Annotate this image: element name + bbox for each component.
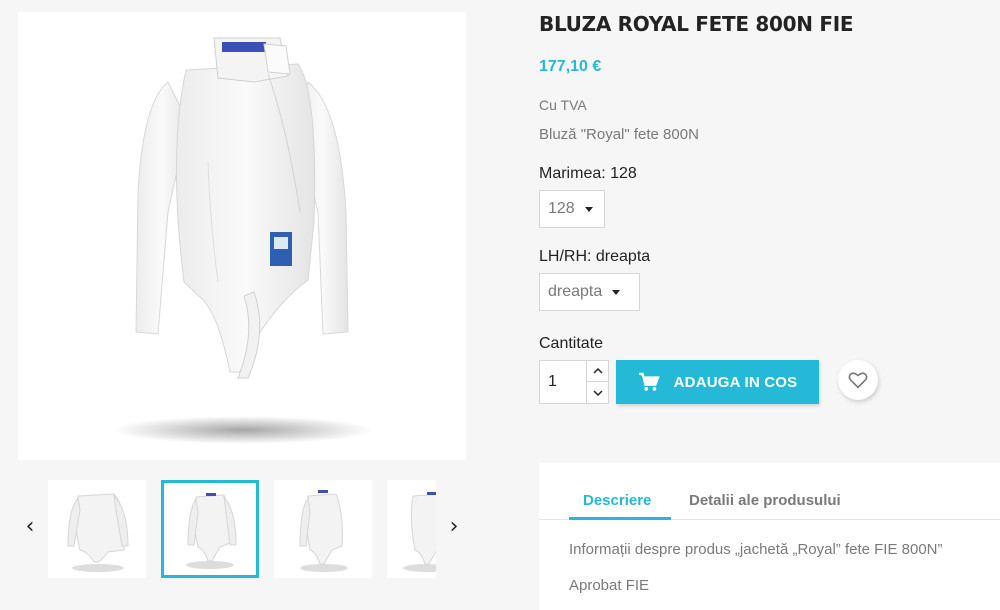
jacket-thumb-image [186,493,237,569]
chevron-right-icon[interactable]: › [442,514,466,539]
add-to-cart-button[interactable]: ADAUGA IN COS [616,360,819,404]
tab-description[interactable]: Descriere [583,492,651,509]
product-price: 177,10 € [539,58,602,75]
size-label: Marimea: 128 [539,165,637,182]
quantity-input[interactable] [540,361,586,403]
caret-down-icon [612,289,621,295]
caret-down-icon [584,206,593,212]
size-select[interactable]: 128 [539,190,605,228]
thumbnail-gallery: ‹ › [0,470,480,590]
tab-product-details[interactable]: Detalii ale produsului [689,492,841,509]
quantity-stepper [539,360,609,404]
chevron-left-icon[interactable]: ‹ [18,514,42,539]
thumbnail-3[interactable] [274,480,372,578]
thumbnail-strip [46,478,436,580]
thumbnail-1[interactable] [48,480,146,578]
heart-icon [848,372,868,389]
jacket-thumb-image [403,492,436,572]
active-tab-indicator [569,517,671,520]
jacket-image [113,37,373,444]
size-select-value: 128 [548,200,575,217]
jacket-thumb-image [67,493,129,572]
description-text-line1: Informații despre produs „jachetă „Royal… [569,541,943,558]
thumbnail-4[interactable] [387,480,436,578]
tax-label: Cu TVA [539,97,587,113]
wishlist-button[interactable] [838,360,878,400]
chevron-up-icon[interactable] [586,361,609,382]
product-main-image[interactable] [18,12,466,460]
product-short-description: Bluză "Royal" fete 800N [539,126,699,143]
hand-select-value: dreapta [548,283,603,300]
shopping-cart-icon [638,372,660,391]
thumbnail-2[interactable] [161,480,259,578]
hand-select[interactable]: dreapta [539,273,640,311]
hand-label: LH/RH: dreapta [539,248,651,265]
product-tabs-panel: Descriere Detalii ale produsului Informa… [539,463,1000,610]
description-text-line2: Aprobat FIE [569,577,650,594]
quantity-label: Cantitate [539,335,604,352]
jacket-thumb-image [299,490,348,572]
product-title: BLUZA ROYAL FETE 800N FIE [539,12,854,36]
chevron-down-icon[interactable] [586,382,609,403]
add-to-cart-label: ADAUGA IN COS [673,373,798,391]
